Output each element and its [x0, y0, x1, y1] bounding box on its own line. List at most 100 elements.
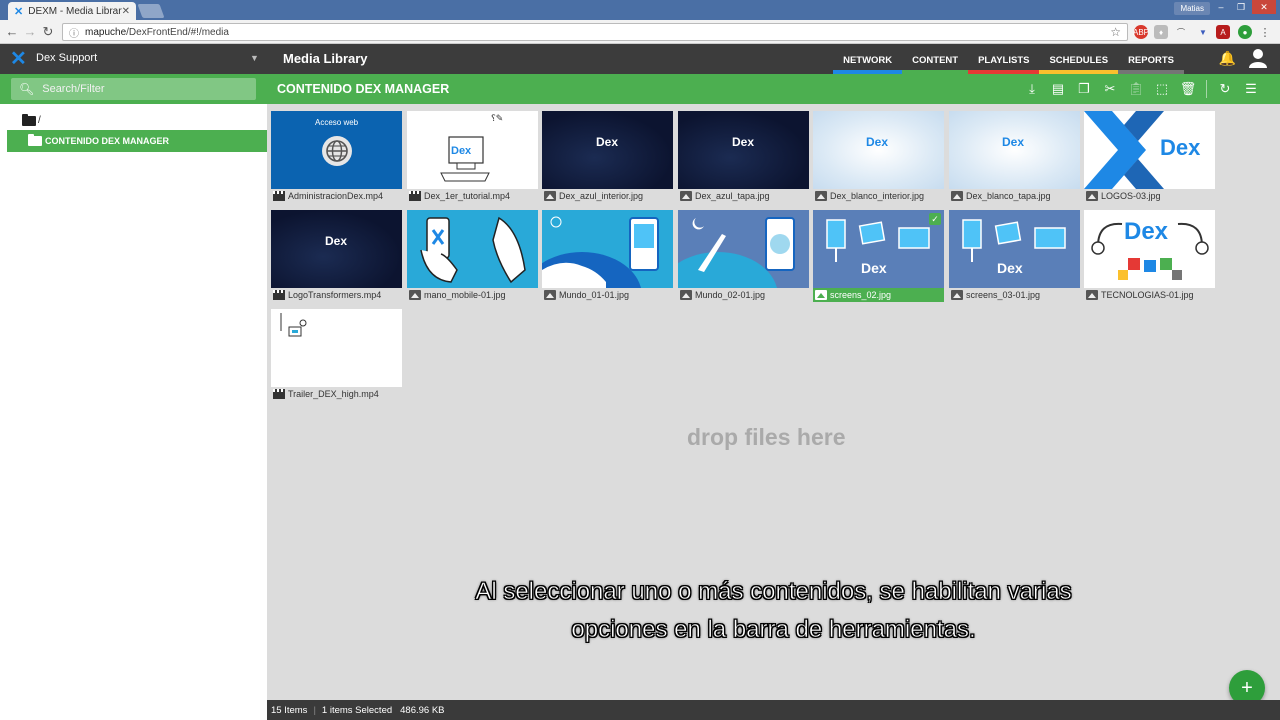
- restore-icon[interactable]: ❐: [1232, 0, 1250, 14]
- filmstrip-icon[interactable]: ▤: [1045, 74, 1071, 104]
- main-nav: NETWORK CONTENT PLAYLISTS SCHEDULES REPORTS: [833, 44, 1184, 74]
- media-item-name: LogoTransformers.mp4: [288, 290, 382, 300]
- media-item[interactable]: Dex LogoTransformers.mp4: [271, 210, 402, 302]
- media-item[interactable]: Dex ✓ screens_02.jpg: [813, 210, 944, 302]
- media-grid-area[interactable]: Acceso web AdministracionDex.mp4 Dex ⸮✎ …: [267, 104, 1280, 706]
- media-item[interactable]: Trailer_DEX_high.mp4: [271, 309, 402, 401]
- nav-tab-schedules[interactable]: SCHEDULES: [1039, 44, 1119, 74]
- dex-logo-icon[interactable]: ✕: [10, 49, 27, 69]
- toolbar-actions: ⤓ ▤ ❐ ✂ 📋︎ ⬚ 🗑︎ ↻ ☰: [1019, 74, 1264, 104]
- folder-root[interactable]: /: [22, 113, 41, 126]
- back-arrow-icon[interactable]: ←: [4, 24, 20, 39]
- nav-tab-reports[interactable]: REPORTS: [1118, 44, 1184, 74]
- forward-arrow-icon[interactable]: →: [22, 24, 38, 39]
- media-item[interactable]: Acceso web AdministracionDex.mp4: [271, 111, 402, 203]
- bell-icon[interactable]: 🔔: [1219, 50, 1236, 67]
- pdf-extension-icon[interactable]: A: [1216, 25, 1230, 39]
- thumbnail: Acceso web: [271, 111, 402, 189]
- folder-item-contenido-dex-manager[interactable]: CONTENIDO DEX MANAGER: [7, 130, 267, 152]
- image-file-icon: [815, 290, 827, 300]
- cut-icon[interactable]: ✂: [1097, 74, 1123, 104]
- delete-icon[interactable]: 🗑︎: [1175, 74, 1201, 104]
- media-item-name: screens_03-01.jpg: [966, 290, 1041, 300]
- new-tab-button[interactable]: [137, 4, 165, 18]
- extension-icon[interactable]: ▼: [1196, 25, 1210, 39]
- extension-icon[interactable]: ⌒: [1174, 25, 1188, 39]
- media-item-caption: Dex_1er_tutorial.mp4: [407, 189, 538, 203]
- media-item[interactable]: Mundo_01-01.jpg: [542, 210, 673, 302]
- media-item[interactable]: Dex LOGOS-03.jpg: [1084, 111, 1215, 203]
- media-item[interactable]: Dex Dex_blanco_tapa.jpg: [949, 111, 1080, 203]
- search-input[interactable]: [42, 83, 243, 95]
- media-item[interactable]: Dex screens_03-01.jpg: [949, 210, 1080, 302]
- globe-icon: [322, 136, 352, 166]
- computer-illustration-icon: [440, 136, 490, 182]
- account-selector[interactable]: Dex Support: [36, 52, 97, 64]
- thumbnail: Dex: [813, 111, 944, 189]
- extension-icon[interactable]: ●: [1238, 25, 1252, 39]
- adblock-extension-icon[interactable]: ABP: [1133, 25, 1149, 39]
- caret-down-icon[interactable]: ▼: [250, 53, 259, 63]
- media-item[interactable]: Dex Dex_azul_interior.jpg: [542, 111, 673, 203]
- media-item[interactable]: mano_mobile-01.jpg: [407, 210, 538, 302]
- window-user-badge[interactable]: Matias: [1174, 2, 1210, 15]
- close-tab-icon[interactable]: ✕: [122, 6, 130, 17]
- bookmark-star-icon[interactable]: ☆: [1110, 25, 1121, 39]
- download-icon[interactable]: ⤓: [1019, 74, 1045, 104]
- extension-icon[interactable]: ♦: [1154, 25, 1168, 39]
- current-folder-title: CONTENIDO DEX MANAGER: [277, 82, 450, 96]
- media-item[interactable]: Dex ⸮✎ Dex_1er_tutorial.mp4: [407, 111, 538, 203]
- paste-icon[interactable]: 📋︎: [1123, 74, 1149, 104]
- media-item-caption: screens_02.jpg: [813, 288, 944, 302]
- image-file-icon: [1086, 290, 1098, 300]
- select-all-icon[interactable]: ⬚: [1149, 74, 1175, 104]
- window-close-icon[interactable]: ✕: [1252, 0, 1276, 14]
- nav-tab-playlists[interactable]: PLAYLISTS: [968, 44, 1040, 74]
- toolbar-divider: [1206, 80, 1207, 98]
- search-box[interactable]: 🔍︎: [11, 78, 256, 100]
- media-item-caption: AdministracionDex.mp4: [271, 189, 402, 203]
- media-item-name: Dex_azul_interior.jpg: [559, 191, 644, 201]
- minimize-icon[interactable]: –: [1212, 0, 1230, 14]
- thumb-text: Acceso web: [315, 118, 359, 127]
- status-divider: |: [313, 704, 316, 716]
- thumb-text: Dex: [596, 135, 619, 149]
- image-file-icon: [951, 290, 963, 300]
- browser-address-bar: ← → ↻ ⓘ mapuche/DexFrontEnd/#!/media ☆ A…: [0, 20, 1280, 44]
- thumbnail: [407, 210, 538, 288]
- media-item[interactable]: Dex Dex_blanco_interior.jpg: [813, 111, 944, 203]
- image-file-icon: [815, 191, 827, 201]
- info-icon[interactable]: ⓘ: [69, 25, 79, 40]
- checkmark-icon[interactable]: ✓: [929, 213, 941, 225]
- media-item-caption: screens_03-01.jpg: [949, 288, 1080, 302]
- folder-icon: [22, 113, 36, 126]
- nav-tab-content[interactable]: CONTENT: [902, 44, 969, 74]
- media-item[interactable]: Dex Dex_azul_tapa.jpg: [678, 111, 809, 203]
- media-item-name: Dex_blanco_interior.jpg: [830, 191, 925, 201]
- media-item-name: mano_mobile-01.jpg: [424, 290, 506, 300]
- media-item[interactable]: Dex TECNOLOGIAS-01.jpg: [1084, 210, 1215, 302]
- media-item-name: Dex_azul_tapa.jpg: [695, 191, 770, 201]
- thumbnail: [678, 210, 809, 288]
- page-title: Media Library: [283, 51, 368, 66]
- thumbnail: Dex: [271, 210, 402, 288]
- media-item-caption: TECNOLOGIAS-01.jpg: [1084, 288, 1215, 302]
- copy-icon[interactable]: ❐: [1071, 74, 1097, 104]
- media-item[interactable]: Mundo_02-01.jpg: [678, 210, 809, 302]
- thumb-text: Dex: [732, 135, 755, 149]
- url-omnibox[interactable]: ⓘ mapuche/DexFrontEnd/#!/media ☆: [62, 23, 1128, 41]
- browser-menu-icon[interactable]: ⋮: [1258, 25, 1272, 39]
- nav-tab-network[interactable]: NETWORK: [833, 44, 903, 74]
- image-file-icon: [951, 191, 963, 201]
- browser-tab-title: DEXM - Media Library: [28, 5, 122, 17]
- media-item-name: Dex_1er_tutorial.mp4: [424, 191, 511, 201]
- refresh-icon[interactable]: ↻: [1212, 74, 1238, 104]
- view-toggle-icon[interactable]: ☰: [1238, 74, 1264, 104]
- image-file-icon: [680, 290, 692, 300]
- reload-icon[interactable]: ↻: [40, 24, 56, 40]
- browser-tab[interactable]: ✕ DEXM - Media Library ✕: [8, 2, 136, 20]
- folder-root-label: /: [38, 115, 41, 126]
- media-item-caption: Dex_azul_tapa.jpg: [678, 189, 809, 203]
- scribble-icon: ⸮✎: [491, 113, 504, 123]
- user-avatar-icon[interactable]: [1248, 48, 1268, 68]
